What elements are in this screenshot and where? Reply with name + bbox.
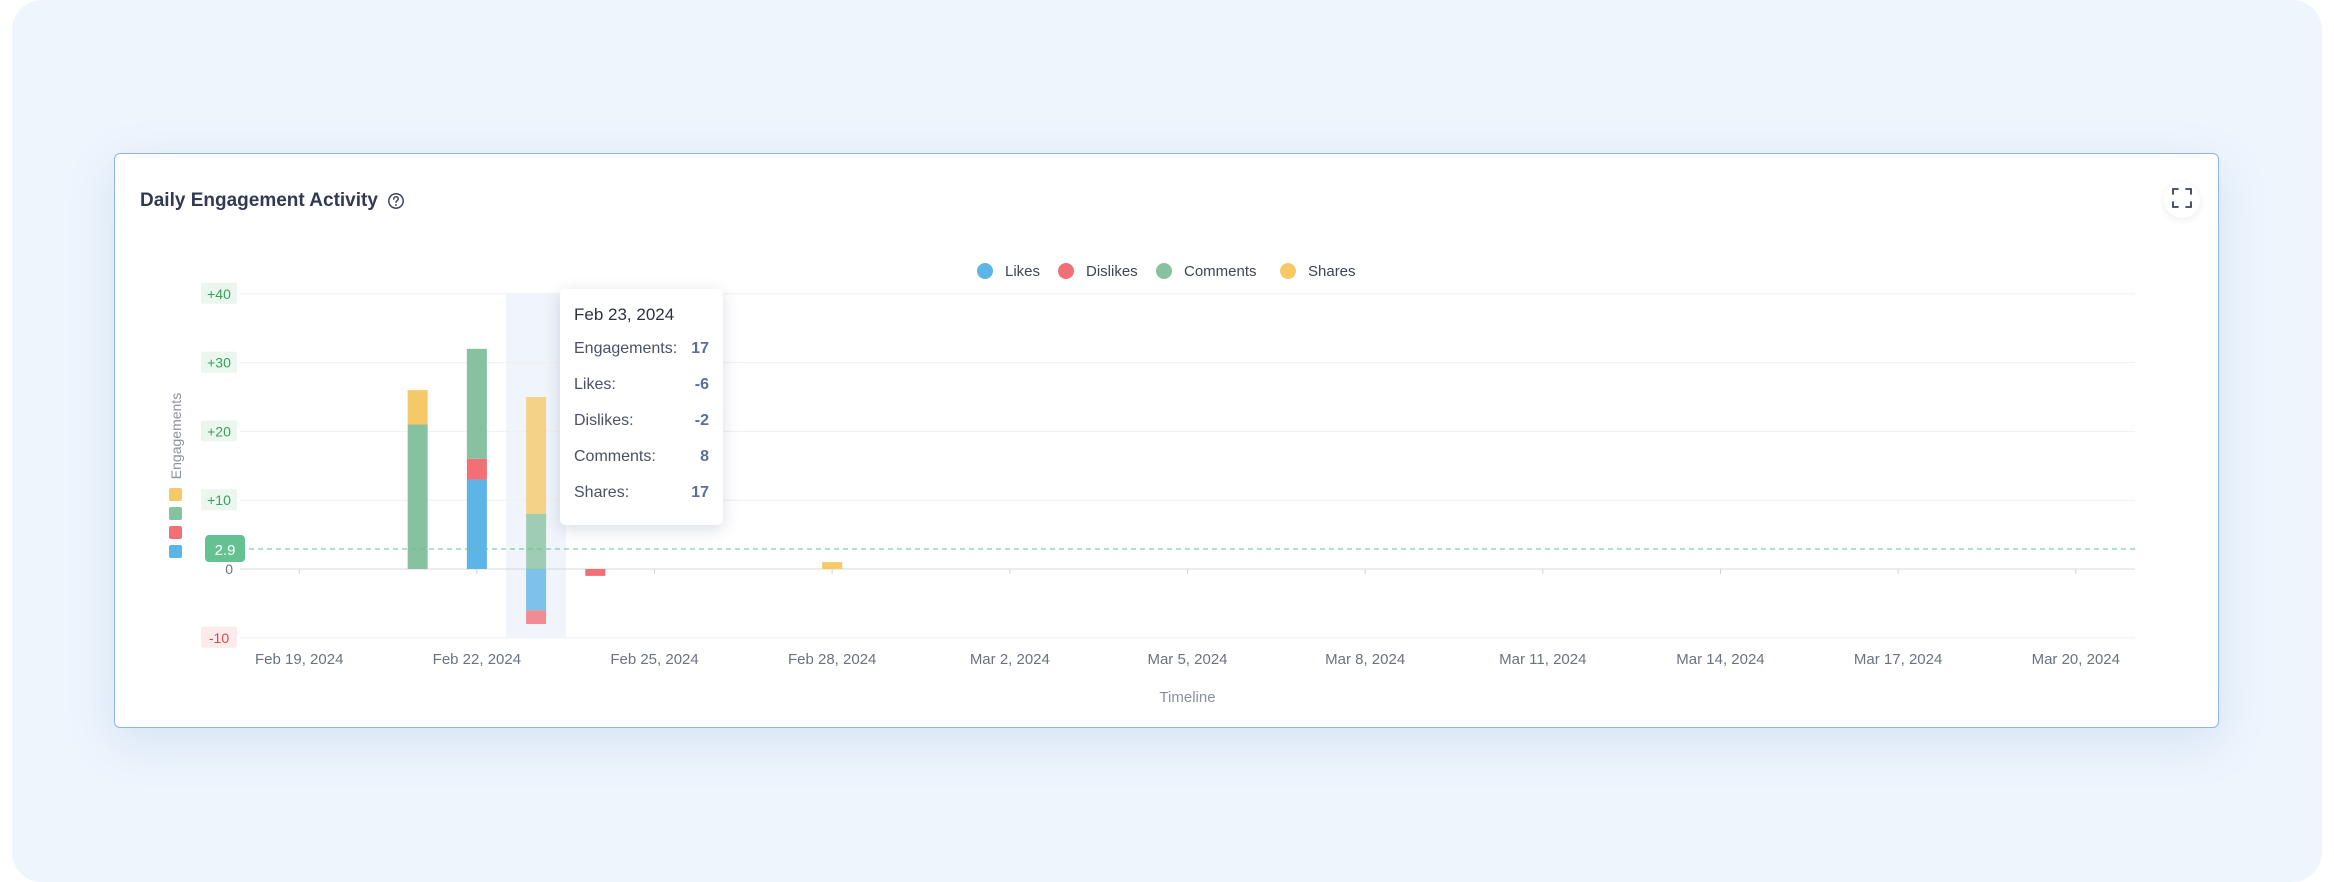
x-tick-label: Mar 17, 2024: [1854, 651, 1942, 668]
tooltip-value: 17: [691, 484, 709, 501]
legend-dot-dislikes: [1058, 263, 1074, 279]
tooltip-row: Shares: 17: [574, 483, 709, 519]
tooltip-label: Comments:: [574, 448, 656, 465]
tooltip-value: 8: [700, 448, 709, 465]
average-label: 2.9: [215, 542, 236, 559]
tooltip-date: Feb 23, 2024: [574, 305, 675, 324]
y-tick-label: -10: [209, 630, 229, 646]
chart-card: Daily Engagement Activity -10 0 +10 +20 +30 +…: [114, 153, 2219, 728]
legend-label: Shares: [1308, 263, 1356, 280]
x-tick-label: Mar 11, 2024: [1499, 651, 1586, 668]
bar-shares: [407, 390, 428, 425]
legend-label: Likes: [1005, 263, 1040, 280]
legend-dot-comments: [1156, 263, 1172, 279]
tooltip-label: Engagements:: [574, 340, 678, 357]
bar-likes: [466, 479, 487, 569]
tooltip-label: Shares:: [574, 484, 630, 501]
legend-dot-shares: [1280, 263, 1296, 279]
y-tick-label: 0: [225, 561, 233, 577]
y-tick-label: +10: [207, 492, 231, 508]
tooltip-row: Dislikes: -2: [574, 411, 709, 447]
x-axis-title: Timeline: [1159, 689, 1215, 706]
x-tick-label: Feb 22, 2024: [433, 651, 521, 668]
bar-dislikes: [466, 458, 487, 480]
legend-label: Comments: [1184, 263, 1257, 280]
x-tick-label: Feb 19, 2024: [255, 651, 343, 668]
bar-comments: [526, 513, 547, 569]
legend-swatch-comments: [169, 507, 182, 520]
tooltip-label: Dislikes:: [574, 412, 634, 429]
x-tick-label: Mar 8, 2024: [1325, 651, 1405, 668]
x-tick-label: Mar 14, 2024: [1676, 651, 1764, 668]
legend-label: Dislikes: [1086, 263, 1138, 280]
bar-shares: [822, 562, 843, 569]
tooltip-row: Comments: 8: [574, 447, 709, 483]
y-tick-label: +20: [207, 423, 231, 439]
x-tick-label: Feb 25, 2024: [610, 651, 698, 668]
engagement-chart: -10 0 +10 +20 +30 +40 Feb 19, 2024 Feb 22, 2024…: [168, 263, 2135, 706]
tooltip-value: -2: [694, 412, 709, 429]
legend-swatch-dislikes: [169, 526, 182, 539]
bar-dislikes: [585, 569, 606, 576]
tooltip-value: -6: [694, 376, 709, 393]
tooltip-value: 17: [691, 340, 709, 357]
tooltip-label: Likes:: [574, 376, 616, 393]
bar-dislikes: [526, 610, 547, 625]
x-tick-label: Mar 20, 2024: [2032, 651, 2120, 668]
x-tick-label: Mar 2, 2024: [970, 651, 1050, 668]
bar-shares: [526, 397, 547, 514]
tooltip-row: Likes: -6: [574, 375, 709, 411]
y-axis-title: Engagements: [168, 393, 184, 479]
tooltip-row: Engagements: 17: [574, 339, 709, 375]
y-tick-label: +30: [207, 355, 231, 371]
legend-swatch-shares: [169, 488, 182, 501]
legend-dot-likes: [977, 263, 993, 279]
bar-comments: [407, 424, 428, 569]
x-tick-label: Mar 5, 2024: [1147, 651, 1227, 668]
y-tick-label: +40: [207, 286, 231, 302]
bar-likes: [526, 569, 547, 611]
bar-comments: [466, 348, 487, 459]
x-tick-label: Feb 28, 2024: [788, 651, 876, 668]
legend-swatch-likes: [169, 545, 182, 558]
tooltip: Feb 23, 2024 Engagements: 17 Likes: -6 D…: [560, 289, 723, 525]
